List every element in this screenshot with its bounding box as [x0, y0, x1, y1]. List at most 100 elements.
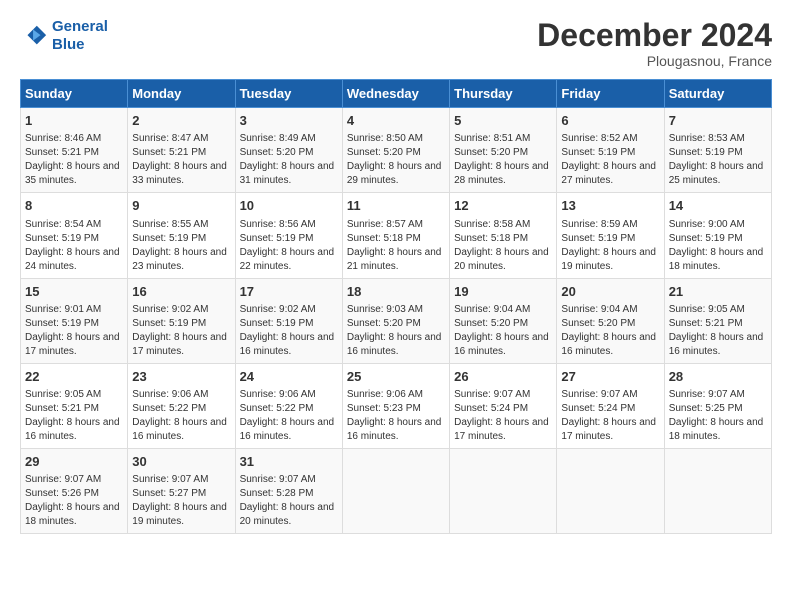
sunset-info: Sunset: 5:27 PM: [132, 487, 230, 501]
table-cell: 7Sunrise: 8:53 AMSunset: 5:19 PMDaylight…: [664, 108, 771, 193]
sunset-info: Sunset: 5:19 PM: [240, 317, 338, 331]
sunrise-info: Sunrise: 9:07 AM: [454, 388, 552, 402]
sunset-info: Sunset: 5:21 PM: [25, 402, 123, 416]
sunset-info: Sunset: 5:19 PM: [25, 232, 123, 246]
table-cell: 5Sunrise: 8:51 AMSunset: 5:20 PMDaylight…: [450, 108, 557, 193]
table-cell: 11Sunrise: 8:57 AMSunset: 5:18 PMDayligh…: [342, 193, 449, 278]
table-cell: 10Sunrise: 8:56 AMSunset: 5:19 PMDayligh…: [235, 193, 342, 278]
daylight-info: Daylight: 8 hours and 31 minutes.: [240, 160, 338, 188]
sunrise-info: Sunrise: 9:04 AM: [454, 303, 552, 317]
day-number: 5: [454, 112, 552, 130]
sunrise-info: Sunrise: 8:57 AM: [347, 218, 445, 232]
table-cell: 15Sunrise: 9:01 AMSunset: 5:19 PMDayligh…: [21, 278, 128, 363]
table-cell: 4Sunrise: 8:50 AMSunset: 5:20 PMDaylight…: [342, 108, 449, 193]
day-number: 7: [669, 112, 767, 130]
day-number: 13: [561, 197, 659, 215]
daylight-info: Daylight: 8 hours and 24 minutes.: [25, 246, 123, 274]
daylight-info: Daylight: 8 hours and 23 minutes.: [132, 246, 230, 274]
week-row-4: 22Sunrise: 9:05 AMSunset: 5:21 PMDayligh…: [21, 363, 772, 448]
table-cell: 6Sunrise: 8:52 AMSunset: 5:19 PMDaylight…: [557, 108, 664, 193]
sunrise-info: Sunrise: 8:50 AM: [347, 132, 445, 146]
sunrise-info: Sunrise: 8:56 AM: [240, 218, 338, 232]
col-saturday: Saturday: [664, 80, 771, 108]
sunrise-info: Sunrise: 9:01 AM: [25, 303, 123, 317]
col-friday: Friday: [557, 80, 664, 108]
day-number: 22: [25, 368, 123, 386]
main-title: December 2024: [537, 18, 772, 53]
day-number: 30: [132, 453, 230, 471]
table-cell: 29 Sunrise: 9:07 AMSunset: 5:26 PMDayligh…: [21, 448, 128, 533]
logo: General Blue: [20, 18, 108, 54]
sunset-info: Sunset: 5:20 PM: [347, 146, 445, 160]
sunrise-info: Sunrise: 9:06 AM: [347, 388, 445, 402]
daylight-info: Daylight: 8 hours and 16 minutes.: [669, 331, 767, 359]
day-number: 26: [454, 368, 552, 386]
day-number: 27: [561, 368, 659, 386]
table-cell: 12Sunrise: 8:58 AMSunset: 5:18 PMDayligh…: [450, 193, 557, 278]
day-number: 12: [454, 197, 552, 215]
sunset-info: Sunset: 5:20 PM: [561, 317, 659, 331]
sunset-info: Sunset: 5:19 PM: [561, 146, 659, 160]
day-number: 4: [347, 112, 445, 130]
daylight-info: Daylight: 8 hours and 16 minutes.: [347, 416, 445, 444]
daylight-info: Daylight: 8 hours and 16 minutes.: [347, 331, 445, 359]
day-number: 6: [561, 112, 659, 130]
logo-icon: [20, 22, 48, 50]
day-number: 11: [347, 197, 445, 215]
day-number: 9: [132, 197, 230, 215]
sunset-info: Sunset: 5:19 PM: [132, 232, 230, 246]
daylight-info: Daylight: 8 hours and 18 minutes.: [669, 246, 767, 274]
sunset-info: Sunset: 5:19 PM: [669, 146, 767, 160]
daylight-info: Daylight: 8 hours and 16 minutes.: [132, 416, 230, 444]
sunset-info: Sunset: 5:22 PM: [132, 402, 230, 416]
day-number: 24: [240, 368, 338, 386]
daylight-info: Daylight: 8 hours and 18 minutes.: [669, 416, 767, 444]
logo-text: General Blue: [52, 18, 108, 54]
col-sunday: Sunday: [21, 80, 128, 108]
daylight-info: Daylight: 8 hours and 16 minutes.: [25, 416, 123, 444]
daylight-info: Daylight: 8 hours and 27 minutes.: [561, 160, 659, 188]
table-cell: 27Sunrise: 9:07 AMSunset: 5:24 PMDayligh…: [557, 363, 664, 448]
daylight-info: Daylight: 8 hours and 16 minutes.: [561, 331, 659, 359]
day-number: 3: [240, 112, 338, 130]
sunrise-info: Sunrise: 8:55 AM: [132, 218, 230, 232]
daylight-info: Daylight: 8 hours and 16 minutes.: [240, 331, 338, 359]
day-number: 20: [561, 283, 659, 301]
sunset-info: Sunset: 5:18 PM: [347, 232, 445, 246]
sunrise-info: Sunrise: 9:07 AM: [25, 473, 123, 487]
table-cell: 14Sunrise: 9:00 AMSunset: 5:19 PMDayligh…: [664, 193, 771, 278]
day-number: 16: [132, 283, 230, 301]
table-cell: 8Sunrise: 8:54 AMSunset: 5:19 PMDaylight…: [21, 193, 128, 278]
day-number: 29: [25, 453, 123, 471]
col-thursday: Thursday: [450, 80, 557, 108]
day-number: 23: [132, 368, 230, 386]
sunset-info: Sunset: 5:22 PM: [240, 402, 338, 416]
table-cell: [664, 448, 771, 533]
sunrise-info: Sunrise: 8:51 AM: [454, 132, 552, 146]
daylight-info: Daylight: 8 hours and 19 minutes.: [132, 501, 230, 529]
table-cell: 22 Sunrise: 9:05 AMSunset: 5:21 PMDayligh…: [21, 363, 128, 448]
table-cell: 28Sunrise: 9:07 AMSunset: 5:25 PMDayligh…: [664, 363, 771, 448]
daylight-info: Daylight: 8 hours and 20 minutes.: [454, 246, 552, 274]
table-cell: 2Sunrise: 8:47 AMSunset: 5:21 PMDaylight…: [128, 108, 235, 193]
col-tuesday: Tuesday: [235, 80, 342, 108]
table-cell: [342, 448, 449, 533]
day-number: 15: [25, 283, 123, 301]
daylight-info: Daylight: 8 hours and 17 minutes.: [132, 331, 230, 359]
sunset-info: Sunset: 5:20 PM: [454, 317, 552, 331]
day-number: 8: [25, 197, 123, 215]
table-cell: 17Sunrise: 9:02 AMSunset: 5:19 PMDayligh…: [235, 278, 342, 363]
col-monday: Monday: [128, 80, 235, 108]
sunset-info: Sunset: 5:19 PM: [132, 317, 230, 331]
daylight-info: Daylight: 8 hours and 18 minutes.: [25, 501, 123, 529]
day-number: 1: [25, 112, 123, 130]
sunrise-info: Sunrise: 9:02 AM: [240, 303, 338, 317]
sunset-info: Sunset: 5:19 PM: [25, 317, 123, 331]
sunrise-info: Sunrise: 9:05 AM: [25, 388, 123, 402]
daylight-info: Daylight: 8 hours and 16 minutes.: [240, 416, 338, 444]
sunrise-info: Sunrise: 9:05 AM: [669, 303, 767, 317]
table-cell: 31Sunrise: 9:07 AMSunset: 5:28 PMDayligh…: [235, 448, 342, 533]
sunset-info: Sunset: 5:26 PM: [25, 487, 123, 501]
sunrise-info: Sunrise: 8:46 AM: [25, 132, 123, 146]
daylight-info: Daylight: 8 hours and 22 minutes.: [240, 246, 338, 274]
